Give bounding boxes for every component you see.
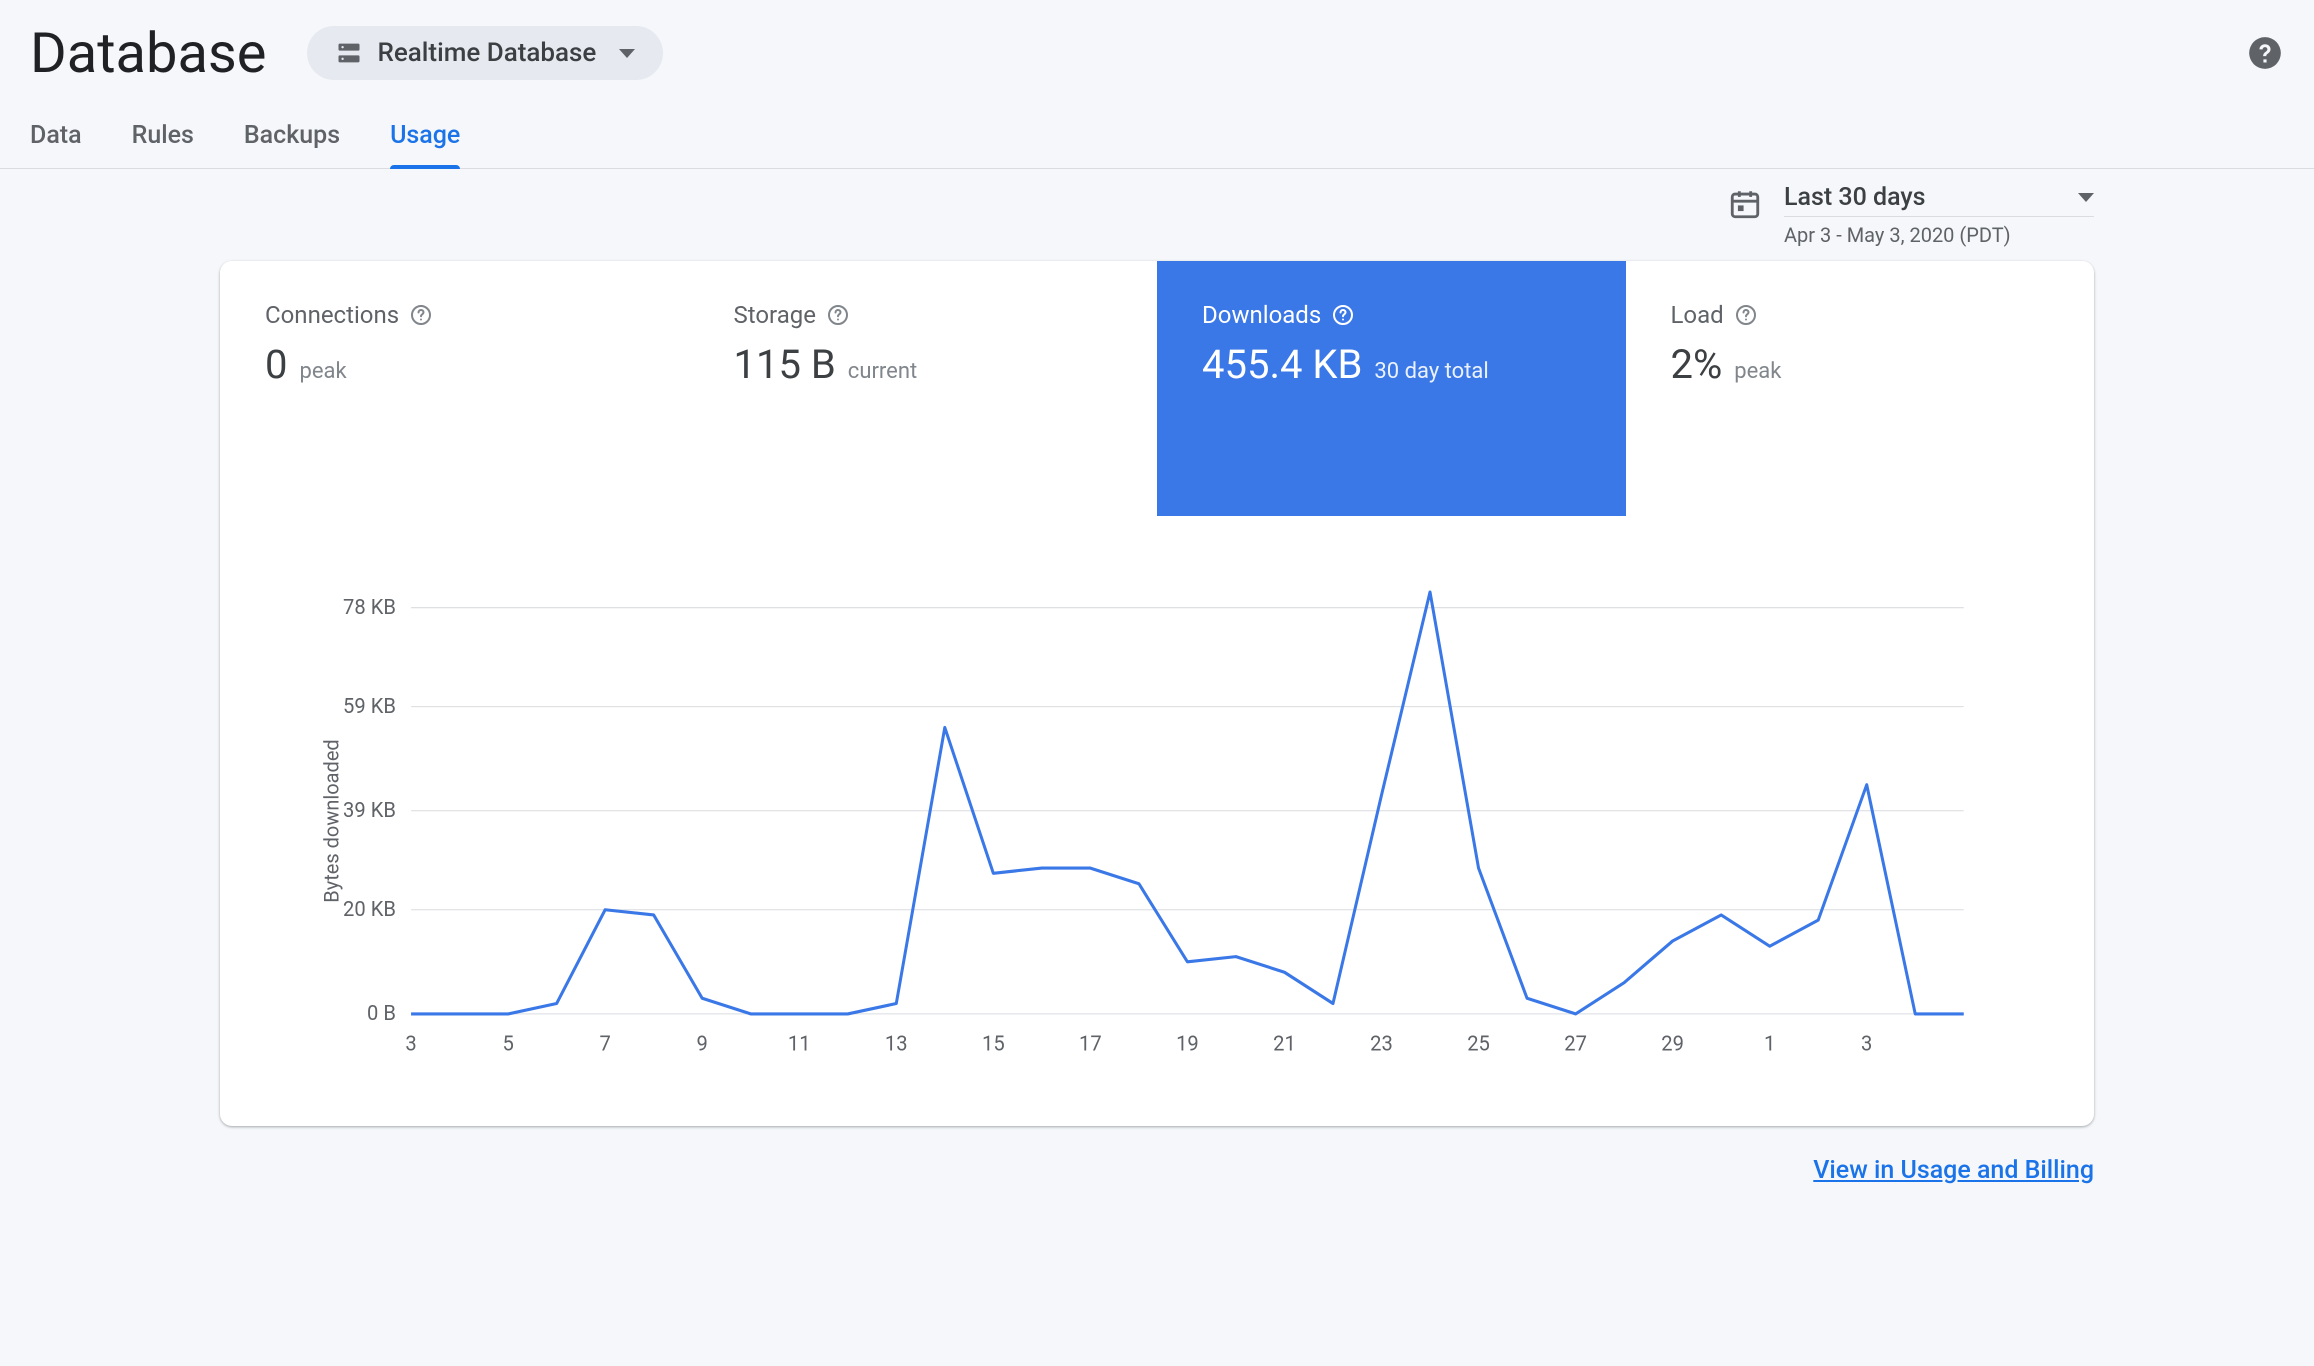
- svg-text:23: 23: [1370, 1032, 1393, 1056]
- date-range-value: Apr 3 - May 3, 2020 (PDT): [1784, 217, 2094, 247]
- svg-text:39 KB: 39 KB: [343, 799, 396, 823]
- page-title: Database: [30, 20, 267, 86]
- svg-text:15: 15: [982, 1032, 1005, 1056]
- tabs: Data Rules Backups Usage: [0, 86, 2314, 169]
- help-icon[interactable]: [2246, 34, 2284, 72]
- metric-value: 2%: [1671, 341, 1723, 388]
- info-icon[interactable]: [409, 303, 433, 327]
- chevron-down-icon: [619, 49, 635, 58]
- svg-text:17: 17: [1079, 1032, 1102, 1056]
- svg-text:3: 3: [405, 1032, 416, 1056]
- calendar-icon: [1728, 187, 1762, 221]
- metric-sub: peak: [1734, 359, 1781, 384]
- svg-text:27: 27: [1564, 1032, 1587, 1056]
- database-selector-label: Realtime Database: [378, 38, 597, 68]
- metric-sub: 30 day total: [1374, 359, 1488, 384]
- svg-text:0 B: 0 B: [367, 1002, 396, 1026]
- tab-usage[interactable]: Usage: [390, 121, 460, 168]
- svg-text:21: 21: [1273, 1032, 1296, 1056]
- svg-text:59 KB: 59 KB: [343, 695, 396, 719]
- database-icon: [335, 39, 363, 67]
- metric-title: Downloads: [1202, 301, 1321, 329]
- metric-connections[interactable]: Connections 0 peak: [220, 261, 689, 516]
- tab-backups[interactable]: Backups: [244, 121, 340, 168]
- downloads-chart: Bytes downloaded 0 B 20 KB 39 KB 59 KB 78 KB…: [220, 516, 2094, 1126]
- metric-title: Storage: [734, 301, 816, 329]
- info-icon[interactable]: [1734, 303, 1758, 327]
- date-range-picker[interactable]: Last 30 days Apr 3 - May 3, 2020 (PDT): [1728, 183, 2094, 247]
- metric-sub: peak: [299, 359, 346, 384]
- chart-ylabel: Bytes downloaded: [320, 739, 344, 902]
- svg-text:25: 25: [1467, 1032, 1490, 1056]
- metric-downloads[interactable]: Downloads 455.4 KB 30 day total: [1157, 261, 1626, 516]
- metric-sub: current: [848, 359, 917, 384]
- svg-text:7: 7: [599, 1032, 610, 1056]
- svg-text:13: 13: [885, 1032, 908, 1056]
- info-icon[interactable]: [826, 303, 850, 327]
- metric-storage[interactable]: Storage 115 B current: [689, 261, 1158, 516]
- date-range-label: Last 30 days: [1784, 183, 1926, 212]
- database-selector[interactable]: Realtime Database: [307, 26, 664, 80]
- svg-text:3: 3: [1861, 1032, 1872, 1056]
- info-icon[interactable]: [1331, 303, 1355, 327]
- svg-text:78 KB: 78 KB: [343, 596, 396, 620]
- metric-title: Connections: [265, 301, 399, 329]
- svg-text:1: 1: [1764, 1032, 1775, 1056]
- metric-load[interactable]: Load 2% peak: [1626, 261, 2095, 516]
- metric-title: Load: [1671, 301, 1724, 329]
- svg-text:5: 5: [502, 1032, 513, 1056]
- tab-data[interactable]: Data: [30, 121, 82, 168]
- chevron-down-icon: [2078, 193, 2094, 202]
- metric-value: 455.4 KB: [1202, 341, 1362, 388]
- svg-text:19: 19: [1176, 1032, 1199, 1056]
- view-usage-billing-link[interactable]: View in Usage and Billing: [1813, 1156, 2094, 1185]
- usage-card: Connections 0 peak Storage 115 B current: [220, 261, 2094, 1126]
- metric-value: 0: [265, 341, 287, 388]
- metric-value: 115 B: [734, 341, 836, 388]
- tab-rules[interactable]: Rules: [132, 121, 194, 168]
- svg-text:9: 9: [697, 1032, 708, 1056]
- svg-text:29: 29: [1661, 1032, 1684, 1056]
- svg-text:11: 11: [788, 1032, 811, 1056]
- svg-text:20 KB: 20 KB: [343, 898, 396, 922]
- metrics-row: Connections 0 peak Storage 115 B current: [220, 261, 2094, 516]
